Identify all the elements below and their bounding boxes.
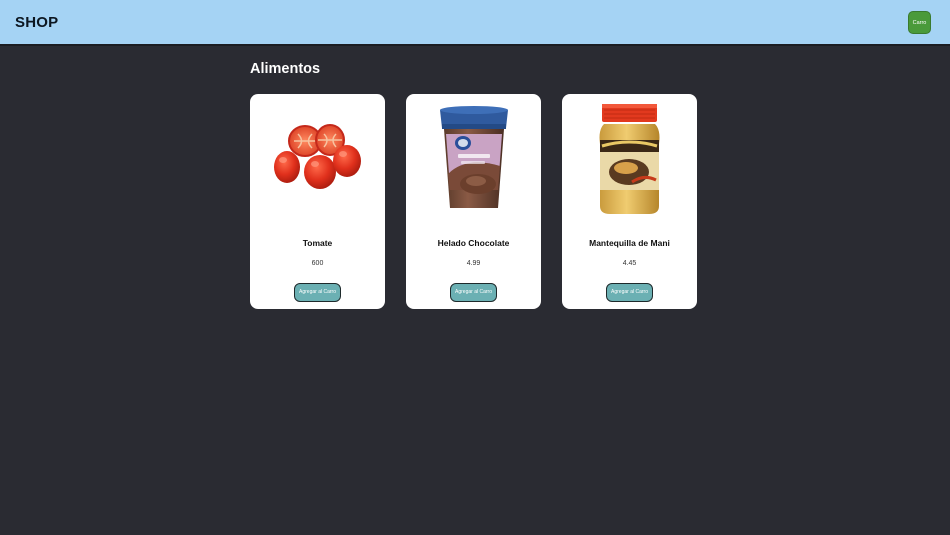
product-price: 4.99 xyxy=(466,260,481,267)
peanut-butter-image xyxy=(562,94,697,224)
add-to-cart-button[interactable]: Agregar al Carro xyxy=(294,283,341,302)
add-to-cart-button[interactable]: Agregar al Carro xyxy=(450,283,497,302)
tomato-image xyxy=(250,94,385,224)
product-card: Helado Chocolate 4.99 Agregar al Carro xyxy=(406,94,541,309)
add-to-cart-button[interactable]: Agregar al Carro xyxy=(606,283,653,302)
product-name: Tomate xyxy=(302,238,333,248)
brand-logo[interactable]: SHOP xyxy=(15,14,58,31)
product-price: 600 xyxy=(311,260,324,267)
product-card: Tomate 600 Agregar al Carro xyxy=(250,94,385,309)
cart-button[interactable]: Carro xyxy=(908,11,931,34)
ice-cream-image xyxy=(406,94,541,224)
product-name: Mantequilla de Mani xyxy=(589,238,670,248)
section-title: Alimentos xyxy=(250,61,321,77)
product-card: Mantequilla de Mani 4.45 Agregar al Carr… xyxy=(562,94,697,309)
product-price: 4.45 xyxy=(622,260,637,267)
top-header: SHOP Carro xyxy=(0,0,950,46)
product-name: Helado Chocolate xyxy=(437,238,510,248)
